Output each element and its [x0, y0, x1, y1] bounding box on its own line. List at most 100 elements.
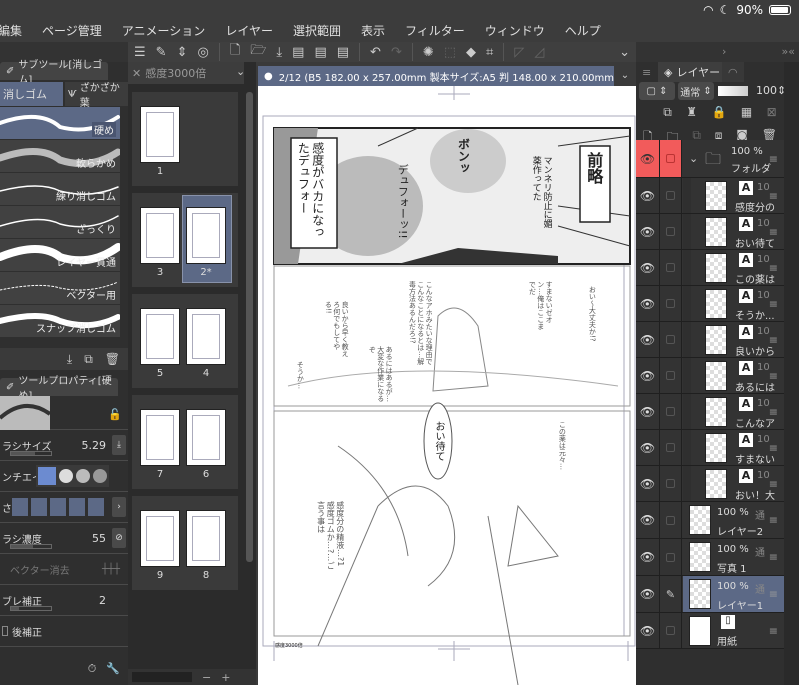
fill-icon[interactable]: ◆ — [466, 45, 476, 60]
layer-property-tab[interactable]: ◠ — [722, 62, 744, 82]
group-eraser[interactable]: 消しゴム — [0, 82, 63, 106]
psd-export-icon[interactable]: ▤ — [337, 45, 349, 60]
duplicate-icon[interactable]: ⧉ — [84, 352, 93, 367]
layer-checkbox[interactable] — [660, 394, 682, 429]
opacity-value[interactable]: 100⇕ — [756, 84, 786, 97]
layer-row[interactable]: 👁 ≡ ▯ 用紙 — [636, 613, 784, 649]
layer-row[interactable]: 👁 ≡ A 10 こんなア — [636, 394, 784, 430]
toolprop-tab[interactable]: ✐ツールプロパティ[硬め] — [0, 376, 118, 402]
eye-icon[interactable]: 👁 — [636, 613, 660, 648]
layer-row[interactable]: 👁 ≡ A 10 良いから — [636, 322, 784, 358]
layer-checkbox[interactable] — [660, 286, 682, 321]
reference-icon[interactable]: ♜ — [686, 105, 697, 120]
menu-item[interactable]: アニメーション — [122, 22, 206, 39]
layer-checkbox[interactable]: ✎ — [660, 576, 682, 612]
page-tab[interactable]: ✕ 感度3000倍 — [128, 62, 244, 84]
layer-checkbox[interactable] — [660, 178, 682, 213]
layer-checkbox[interactable] — [660, 539, 682, 575]
plus-icon[interactable]: + — [221, 671, 230, 684]
layer-scrollbar[interactable] — [784, 62, 799, 685]
lock-transparency-icon[interactable]: ▦ — [741, 105, 752, 120]
group-zakazaka[interactable]: Ѱ ざかざか葉 — [65, 82, 128, 109]
page-thumbnail[interactable] — [140, 510, 180, 567]
chevron-right-icon[interactable]: › — [112, 497, 126, 517]
stabilization-value[interactable]: 2 — [99, 594, 106, 607]
menu-icon[interactable]: ☰ — [134, 45, 146, 60]
menu-item[interactable]: ウィンドウ — [485, 22, 545, 39]
transform-icon[interactable]: ⌗ — [486, 45, 493, 60]
canvas[interactable]: 感度がバカになったデュフォー 前略 デュフォーッ!! ボンッ マンネリ防止に媚薬… — [258, 86, 636, 685]
layer-row[interactable]: 👁 ≡ A 10 おい待て — [636, 214, 784, 250]
settings-wrench-icon[interactable]: 🔧 — [106, 662, 120, 676]
save-icon[interactable]: ⤓ — [276, 45, 282, 60]
eye-icon[interactable]: 👁 — [636, 576, 660, 612]
vector-erase-options[interactable]: ┼┼┼ — [102, 564, 120, 575]
layer-menu-icon[interactable]: ≡ — [769, 588, 778, 601]
subtool-item[interactable]: 軟らかめ — [0, 140, 120, 172]
subtool-item[interactable]: レイヤー貫通 — [0, 239, 120, 271]
brush-size-value[interactable]: 5.29 — [82, 439, 107, 452]
layer-checkbox[interactable] — [660, 613, 682, 648]
thumbnail-size-slider[interactable] — [132, 672, 192, 682]
eye-icon[interactable]: 👁 — [636, 250, 660, 285]
png-export-icon[interactable]: ▤ — [314, 45, 326, 60]
layer-checkbox[interactable] — [660, 502, 682, 538]
menu-item[interactable]: フィルター — [405, 22, 465, 39]
ruler-off-icon[interactable]: ◸ — [514, 45, 524, 60]
menu-item[interactable]: ページ管理 — [42, 22, 102, 39]
post-correction-checkbox[interactable] — [2, 626, 8, 636]
menu-item[interactable]: レイヤー — [225, 22, 273, 39]
layer-checkbox[interactable] — [660, 250, 682, 285]
menu-item[interactable]: ヘルプ — [565, 22, 601, 39]
layer-row[interactable]: 👁 ≡ A 10 この薬は — [636, 250, 784, 286]
open-folder-icon[interactable]: 🗁 — [250, 41, 266, 63]
trash-icon[interactable]: 🗑 — [105, 352, 120, 366]
page-thumbnail[interactable] — [140, 207, 180, 264]
subtool-item[interactable]: 練り消しゴム — [0, 173, 120, 205]
density-slider[interactable] — [10, 544, 52, 549]
mask-icon[interactable]: ⊠ — [767, 105, 777, 120]
chevron-right-icon[interactable]: › — [722, 45, 726, 58]
chevron-down-icon[interactable]: ⌄ — [614, 66, 636, 86]
layer-checkbox[interactable] — [660, 358, 682, 393]
layer-checkbox[interactable] — [660, 322, 682, 357]
eye-icon[interactable]: 👁 — [636, 539, 660, 575]
undo-icon[interactable]: ↶ — [370, 45, 381, 60]
eye-icon[interactable]: 👁 — [636, 502, 660, 538]
reset-icon[interactable]: ⏱ — [88, 662, 97, 676]
clip-icon[interactable]: ⧉ — [663, 105, 672, 120]
panel-menu-icon[interactable]: ≡ — [642, 66, 651, 79]
tool-icon[interactable]: ✎ — [156, 45, 167, 60]
minus-icon[interactable]: − — [202, 671, 211, 684]
layer-row[interactable]: 👁 ≡ A 10 すまない — [636, 430, 784, 466]
layer-menu-icon[interactable]: ≡ — [769, 624, 778, 637]
download-icon[interactable]: ⤓ — [112, 435, 126, 455]
blend-mode-select[interactable]: 通常 ⇕ — [678, 82, 714, 100]
layer-tab[interactable]: ◈ レイヤー — [658, 62, 727, 82]
menu-item[interactable]: 選択範囲 — [293, 22, 341, 39]
eye-icon[interactable]: 👁 — [636, 178, 660, 213]
layer-color-select[interactable]: ▢ ⇕ — [639, 82, 675, 100]
stabilization-slider[interactable] — [10, 606, 52, 611]
layer-row[interactable]: 👁 ≡ A 10 そうか... — [636, 286, 784, 322]
eye-icon[interactable]: 👁 — [636, 214, 660, 249]
eye-icon[interactable]: 👁 — [636, 394, 660, 429]
select-invert-icon[interactable]: ⬚ — [444, 45, 456, 60]
layer-menu-icon[interactable]: ≡ — [769, 514, 778, 527]
collapse-icon[interactable]: »« — [782, 45, 795, 58]
lock-icon[interactable]: 🔒 — [711, 105, 726, 120]
layer-menu-icon[interactable]: ≡ — [769, 551, 778, 564]
eye-icon[interactable]: 👁 — [636, 358, 660, 393]
layer-row[interactable]: 👁 ≡ A 10 感度分の — [636, 178, 784, 214]
eye-icon[interactable]: 👁 — [636, 466, 660, 501]
eye-icon[interactable]: 👁 — [636, 140, 660, 177]
subtool-item[interactable]: ベクター用 — [0, 272, 120, 304]
lock-icon[interactable]: 🔓 — [108, 408, 122, 421]
page-scrollbar[interactable] — [246, 92, 253, 562]
subtool-item[interactable]: スナップ消しゴム — [0, 305, 120, 337]
canvas-tab[interactable]: ● 2/12 (B5 182.00 x 257.00mm 製本サイズ:A5 判 1… — [258, 66, 636, 86]
density-value[interactable]: 55 — [92, 532, 106, 545]
menu-item[interactable]: 表示 — [361, 22, 385, 39]
layer-row[interactable]: 👁 ✎ ≡ 100 % 通常レイヤー1 — [636, 576, 784, 613]
chevron-down-icon[interactable]: ⌄ — [236, 65, 245, 78]
